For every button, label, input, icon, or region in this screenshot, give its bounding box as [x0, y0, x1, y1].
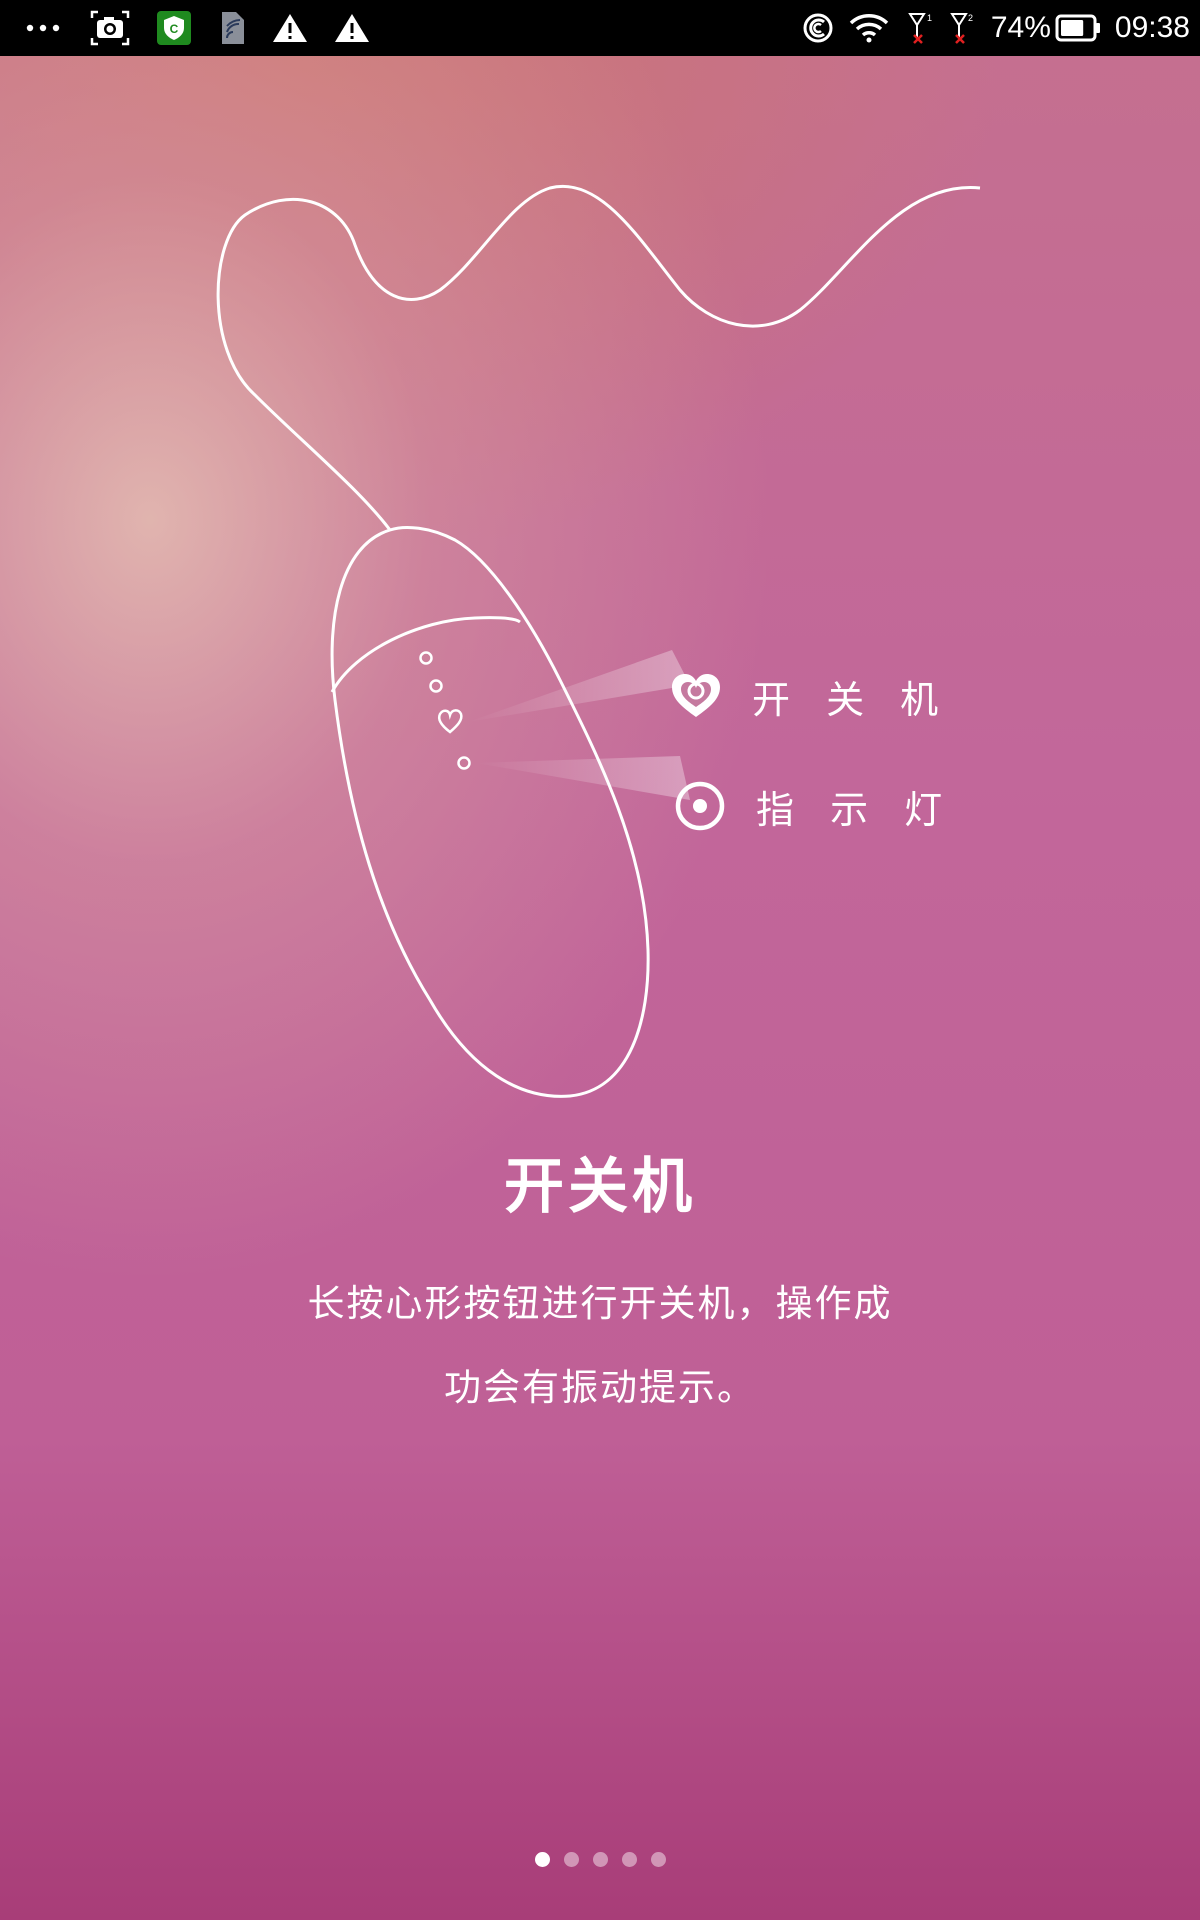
intro-screen: C 1 2 74% 09:38 开 关 机 指 示 灯 开关机 长按心形按钮进行… — [0, 0, 1200, 1920]
callout-indicator-label: 指 示 灯 — [756, 787, 955, 832]
page-dot[interactable] — [621, 1852, 637, 1867]
device-indicator-light — [457, 756, 471, 770]
page-indicator — [0, 1852, 1200, 1867]
screenshot-icon — [90, 10, 130, 46]
warning-icon — [272, 12, 308, 44]
status-bar-left: C — [0, 0, 370, 56]
wifi-icon — [849, 13, 889, 43]
indicator-light-icon — [672, 778, 728, 834]
svg-text:1: 1 — [927, 13, 932, 23]
security-app-icon: C — [156, 10, 192, 46]
svg-text:2: 2 — [968, 13, 973, 23]
signal-sim2-no-service-icon: 2 — [949, 11, 977, 45]
page-title: 开关机 — [504, 1152, 696, 1222]
description-line: 长按心形按钮进行开关机，操作成 — [307, 1282, 893, 1325]
status-bar: C 1 2 74% 09:38 — [0, 0, 1200, 56]
status-bar-right: 1 2 74% 09:38 — [801, 0, 1200, 56]
page-dot-active[interactable] — [534, 1852, 550, 1867]
sync-icon — [801, 11, 835, 45]
callout-beam-indicator — [476, 756, 690, 800]
battery-percent: 74% — [990, 11, 1051, 44]
heart-button-icon — [668, 668, 724, 724]
page-dot[interactable] — [650, 1852, 666, 1867]
callout-power-label: 开 关 机 — [752, 677, 951, 722]
device-bubble — [429, 679, 443, 693]
warning-icon — [334, 12, 370, 44]
signal-sim1-no-service-icon: 1 — [907, 11, 935, 45]
battery-icon — [1055, 14, 1101, 42]
page-description: 长按心形按钮进行开关机，操作成 功会有振动提示。 — [270, 1262, 930, 1430]
callout-power: 开 关 机 — [668, 668, 950, 724]
device-drawing — [216, 184, 981, 1098]
device-bubble — [419, 651, 433, 665]
device-heart-button — [437, 709, 463, 734]
more-dots-icon — [26, 23, 64, 33]
device-body-outline — [330, 525, 650, 1098]
device-illustration: 开 关 机 指 示 灯 — [0, 56, 1200, 1116]
device-cap-line — [330, 616, 521, 693]
svg-text:C: C — [170, 22, 179, 36]
sim-card-icon — [218, 10, 246, 46]
cord-line — [216, 184, 981, 531]
description-line: 功会有振动提示。 — [444, 1366, 756, 1409]
battery-fill — [1060, 20, 1084, 36]
page-dot[interactable] — [563, 1852, 579, 1867]
callout-indicator: 指 示 灯 — [672, 778, 954, 834]
callout-beam-power — [468, 650, 690, 722]
page-dot[interactable] — [592, 1852, 608, 1867]
clock: 09:38 — [1114, 11, 1190, 44]
